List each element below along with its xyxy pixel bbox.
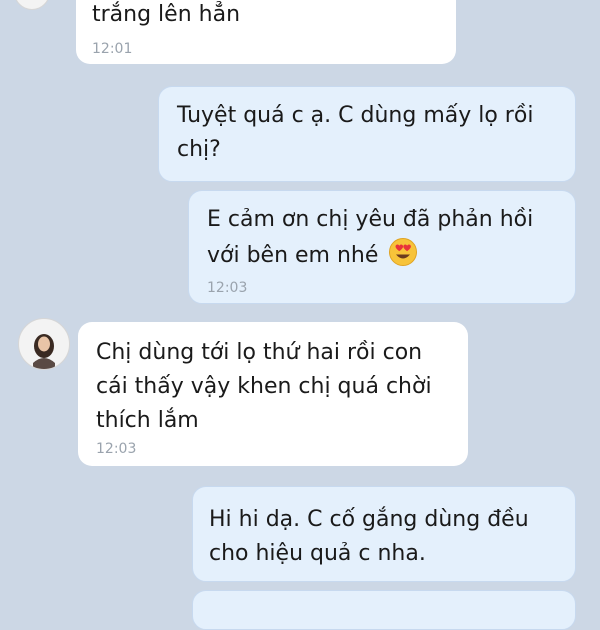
message-bubble-received[interactable]: Chị dùng tới lọ thứ hai rồi con cái thấy… — [78, 322, 468, 466]
message-bubble-sent-partial[interactable] — [192, 590, 576, 630]
message-bubble-received[interactable]: trắng lên hẳn 12:01 — [76, 0, 456, 64]
message-text: trắng lên hẳn — [92, 2, 241, 27]
message-time: 12:03 — [207, 280, 248, 296]
message-text: E cảm ơn chị yêu đã phản hồi với bên em … — [207, 203, 575, 278]
message-bubble-sent[interactable]: Tuyệt quá c ạ. C dùng mấy lọ rồi chị? — [158, 86, 576, 182]
message-time: 12:03 — [96, 441, 137, 457]
contact-avatar-partial[interactable] — [14, 0, 50, 10]
message-bubble-sent[interactable]: Hi hi dạ. C cố gắng dùng đều cho hiệu qu… — [192, 486, 576, 582]
heart-eyes-emoji-icon — [388, 237, 418, 278]
message-bubble-sent[interactable]: E cảm ơn chị yêu đã phản hồi với bên em … — [188, 190, 576, 304]
message-text: Chị dùng tới lọ thứ hai rồi con cái thấy… — [96, 340, 432, 433]
message-time: 12:01 — [92, 41, 133, 57]
person-avatar-icon — [33, 334, 55, 369]
message-text-content: E cảm ơn chị yêu đã phản hồi với bên em … — [207, 207, 534, 268]
message-text: Tuyệt quá c ạ. C dùng mấy lọ rồi chị? — [177, 103, 534, 162]
message-text: Hi hi dạ. C cố gắng dùng đều cho hiệu qu… — [209, 507, 529, 566]
contact-avatar[interactable] — [18, 318, 70, 370]
